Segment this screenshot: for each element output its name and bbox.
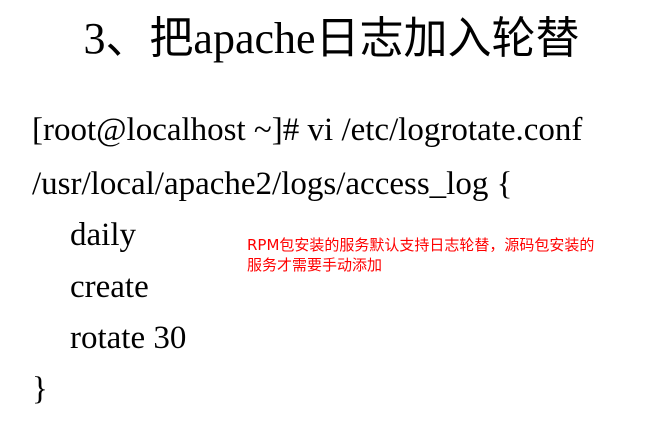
annotation-note-line-1: RPM包安装的服务默认支持日志轮替，源码包安装的 bbox=[247, 236, 595, 254]
code-line-command: [root@localhost ~]# vi /etc/logrotate.co… bbox=[32, 112, 583, 148]
code-line-create: create bbox=[70, 269, 149, 305]
code-line-logpath: /usr/local/apache2/logs/access_log { bbox=[32, 166, 513, 202]
slide: { "slide": { "title": "3、把apache日志加入轮替",… bbox=[0, 0, 663, 441]
annotation-note: RPM包安装的服务默认支持日志轮替，源码包安装的 服务才需要手动添加 bbox=[247, 235, 659, 275]
code-line-close-brace: } bbox=[32, 371, 48, 407]
slide-title: 3、把apache日志加入轮替 bbox=[83, 14, 580, 63]
code-line-daily: daily bbox=[70, 217, 136, 253]
annotation-note-line-2: 服务才需要手动添加 bbox=[247, 256, 383, 274]
code-line-rotate: rotate 30 bbox=[70, 320, 187, 356]
